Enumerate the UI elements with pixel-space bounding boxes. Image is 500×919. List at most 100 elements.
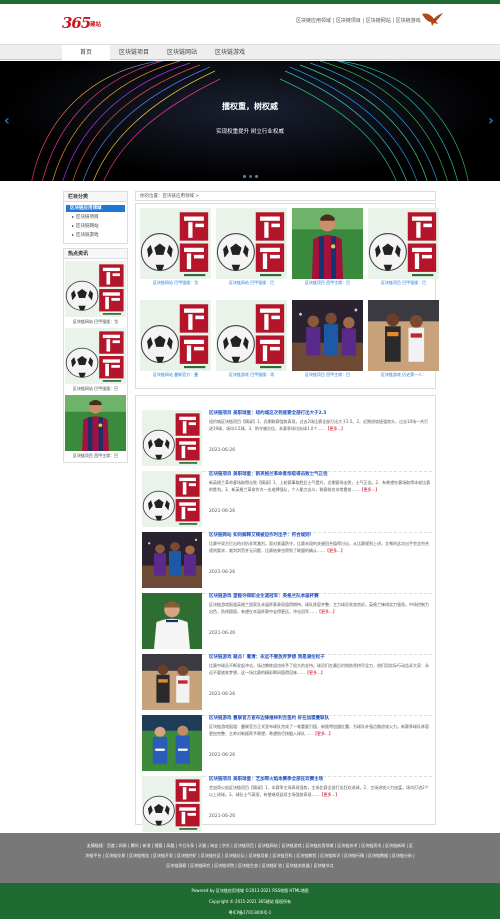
grid-image <box>216 208 287 279</box>
article-thumb[interactable] <box>142 715 202 771</box>
banner-dot-2[interactable] <box>249 175 252 178</box>
banner-subtitle: 实现权重提升 树立行业权威 <box>216 129 284 135</box>
powered-by[interactable]: Powered by 区块链应用领域 ©2013-2021 RSS地图 HTML… <box>0 888 500 894</box>
grid-item[interactable]: 区块链项目 西甲主席：巴 <box>292 300 363 388</box>
article-title[interactable]: 区块链项目 美职球星：纽约城这次到底要全部打出大于2.5 <box>209 410 429 416</box>
hot-news-caption[interactable]: 区块链网站 巴甲强援：戈 <box>65 317 126 326</box>
grid-thumb[interactable] <box>368 208 439 279</box>
article-thumb[interactable] <box>142 776 202 832</box>
grid-image <box>292 300 363 371</box>
footer-copyright: Powered by 区块链应用领域 ©2013-2021 RSS地图 HTML… <box>0 883 500 919</box>
copyright-text: Copyright © 2015-2021 365建站 版权所有 <box>208 899 292 904</box>
grid-caption[interactable]: 区块链网站 曼联官方：曼 <box>140 371 211 379</box>
hero-banner[interactable]: ‹ › 擂权重，树权威 实现权重提升 树立行业权威 <box>0 61 500 181</box>
article-title[interactable]: 区块链游戏 疑点！看清：永远不要放弃梦想 我是湖伦松子 <box>209 654 429 660</box>
grid-caption[interactable]: 区块链游戏 历史第一人： <box>368 371 439 379</box>
article-summary-text: 新英格兰革命客场取得击败【摘录】1、上轮赛事取胜后士气提升，近期客场击败，士气正… <box>209 480 431 492</box>
grid-image <box>368 300 439 371</box>
grid-item[interactable]: 区块链游戏 巴甲强援：再 <box>216 300 287 388</box>
grid-item[interactable]: 区块链项目 巴甲强援：巴 <box>368 208 439 296</box>
article-title[interactable]: 区块链游戏 望能夺得职业生涯冠军：英格兰队本届杯赛 <box>209 593 429 599</box>
article-row: 区块链网站 如何解释艾顿被迫作时出手：符合规则！ 比赛中双方打出的对抗非常激烈，面… <box>142 532 432 594</box>
hot-news-thumb[interactable] <box>65 395 126 451</box>
grid-thumb[interactable] <box>292 208 363 279</box>
article-thumb[interactable] <box>142 471 202 527</box>
banner-title: 擂权重，树权威 <box>222 102 278 111</box>
grid-thumb[interactable] <box>292 300 363 371</box>
article-image <box>142 715 202 771</box>
article-list: 区块链项目 美职球星：纽约城这次到底要全部打出大于2.5 纽约城区块链项目【摘录】… <box>135 395 436 838</box>
article-title[interactable]: 区块链项目 美职球星：芝加哥火焰本赛季全部狂欢赛主场 <box>209 776 429 782</box>
category-sub-games[interactable]: 区块链游戏 <box>66 230 125 239</box>
article-image <box>142 593 202 649</box>
banner-dot-1[interactable] <box>243 175 246 178</box>
category-sub-websites[interactable]: 区块链网站 <box>66 221 125 230</box>
nav-item-games[interactable]: 区块链游戏 <box>206 45 254 60</box>
article-row: 区块链项目 美职球星：新英格兰革命客场取得击败士气正佳新英格兰革命客场取得击败【… <box>142 471 432 533</box>
read-more-link[interactable]: 【更多...】 <box>320 792 340 797</box>
hot-news-item[interactable]: 区块链网站 巴甲强援：巴 <box>65 328 126 393</box>
light-streaks-graphic <box>31 61 469 181</box>
logo-subtitle: 建站 <box>90 22 102 28</box>
grid-item[interactable]: 区块链网站 巴甲强援：巴 <box>216 208 287 296</box>
article-date: 2021-06-26 <box>209 753 236 758</box>
grid-thumb[interactable] <box>216 300 287 371</box>
grid-item[interactable]: 区块链游戏 历史第一人： <box>368 300 439 388</box>
article-thumb[interactable] <box>142 410 202 466</box>
article-title[interactable]: 区块链网站 如何解释艾顿被迫作时出手：符合规则！ <box>209 532 429 538</box>
hot-news-item[interactable]: 区块链网站 巴甲强援：戈 <box>65 261 126 326</box>
grid-caption[interactable]: 区块链网站 巴甲强援：巴 <box>216 279 287 287</box>
hot-news-thumb[interactable] <box>65 328 126 384</box>
hot-news-box: 热点资讯 区块链网站 巴甲强援：戈 区块链网站 巴甲强援：巴 区块链项目 西甲主席：… <box>63 248 128 463</box>
grid-caption[interactable]: 区块链网站 巴甲强援：戈 <box>140 279 211 287</box>
nav-item-home[interactable]: 首页 <box>62 45 110 60</box>
hot-news-caption[interactable]: 区块链网站 巴甲强援：巴 <box>65 384 126 393</box>
top-links[interactable]: 区块链应用领域 | 区块链项目 | 区块链网站 | 区块链游戏 <box>296 17 421 24</box>
article-row: 区块链游戏 望能夺得职业生涯冠军：英格兰队本届杯赛 区块链游戏报道英格兰国家队本届… <box>142 593 432 655</box>
hot-news-title: 热点资讯 <box>64 249 127 259</box>
nav-item-websites[interactable]: 区块链网站 <box>158 45 206 60</box>
friend-links[interactable]: 友情链接：百度 | 网易 | 腾讯 | 新浪 | 搜狐 | 凤凰 | 今日头条 … <box>85 841 415 871</box>
grid-item[interactable]: 区块链网站 巴甲强援：戈 <box>140 208 211 296</box>
read-more-link[interactable]: 【更多...】 <box>305 670 325 675</box>
main-nav: 首页 区块链项目 区块链网站 区块链游戏 <box>0 44 500 60</box>
grid-caption[interactable]: 区块链项目 西甲主席：巴 <box>292 279 363 287</box>
article-thumb[interactable] <box>142 654 202 710</box>
read-more-link[interactable]: 【更多...】 <box>325 548 345 553</box>
hot-news-thumb[interactable] <box>65 261 126 317</box>
read-more-link[interactable]: 【更多...】 <box>360 487 380 492</box>
site-logo[interactable]: 365 建站 <box>62 14 112 34</box>
grid-thumb[interactable] <box>216 208 287 279</box>
article-row: 区块链项目 美职球星：纽约城这次到底要全部打出大于2.5 纽约城区块链项目【摘录】… <box>142 410 432 472</box>
image-grid: 区块链网站 巴甲强援：戈 区块链网站 巴甲强援：巴 区块链项目 西甲主席：巴 区块链项… <box>135 203 439 389</box>
article-title[interactable]: 区块链游戏 曼联官方宣布边锋维林利吉签约 好在加盟曼联队 <box>209 715 429 721</box>
nav-item-projects[interactable]: 区块链项目 <box>110 45 158 60</box>
grid-caption[interactable]: 区块链项目 西甲主席：巴 <box>292 371 363 379</box>
hot-news-caption[interactable]: 区块链项目 西甲主席：巴 <box>65 451 126 460</box>
grid-caption[interactable]: 区块链游戏 巴甲强援：再 <box>216 371 287 379</box>
read-more-link[interactable]: 【更多...】 <box>317 609 337 614</box>
icp-number[interactable]: 粤ICP备17013400号-1 <box>0 910 500 916</box>
footer-links-area: 友情链接：百度 | 网易 | 腾讯 | 新浪 | 搜狐 | 凤凰 | 今日头条 … <box>0 833 500 883</box>
hot-news-item[interactable]: 区块链项目 西甲主席：巴 <box>65 395 126 460</box>
article-thumb[interactable] <box>142 593 202 649</box>
category-main[interactable]: 区块链应用领域 <box>66 205 125 212</box>
grid-thumb[interactable] <box>140 300 211 371</box>
article-date: 2021-06-26 <box>209 692 236 697</box>
grid-image <box>292 208 363 279</box>
grid-thumb[interactable] <box>140 208 211 279</box>
grid-caption[interactable]: 区块链项目 巴甲强援：巴 <box>368 279 439 287</box>
article-row: 区块链游戏 曼联官方宣布边锋维林利吉签约 好在加盟曼联队 区块链游戏报道：曼联官方… <box>142 715 432 777</box>
article-date: 2021-06-26 <box>209 631 236 636</box>
banner-dot-3[interactable] <box>255 175 258 178</box>
article-summary-text: 纽约城区块链项目【摘录】1、近期联赛强势表现，过去2场比赛全部打出大于2.5。2… <box>209 419 429 431</box>
grid-item[interactable]: 区块链项目 西甲主席：巴 <box>292 208 363 296</box>
read-more-link[interactable]: 【更多...】 <box>325 426 345 431</box>
grid-thumb[interactable] <box>368 300 439 371</box>
grid-item[interactable]: 区块链网站 曼联官方：曼 <box>140 300 211 388</box>
category-sub-projects[interactable]: 区块链项目 <box>66 212 125 221</box>
article-thumb[interactable] <box>142 532 202 588</box>
read-more-link[interactable]: 【更多...】 <box>313 731 333 736</box>
article-title[interactable]: 区块链项目 美职球星：新英格兰革命客场取得击败士气正佳 <box>209 471 429 477</box>
hot-news-image <box>65 261 126 317</box>
